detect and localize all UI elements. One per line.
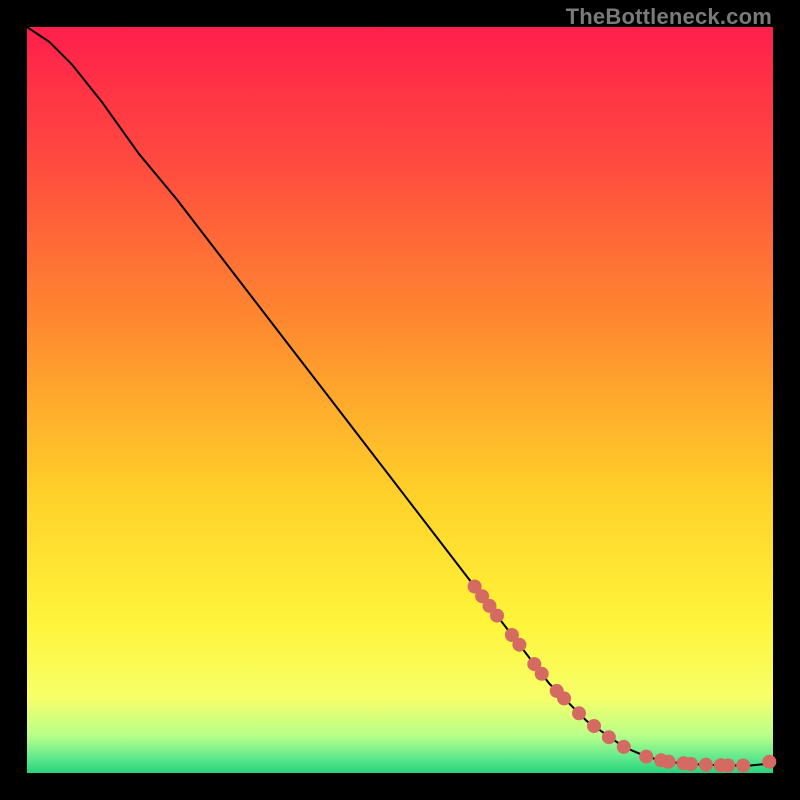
data-marker [535,667,549,681]
plot-area [27,27,773,773]
data-marker [736,759,750,773]
data-marker [617,740,631,754]
data-marker [662,755,676,769]
data-marker [587,719,601,733]
marker-group [468,580,777,773]
data-marker [602,730,616,744]
watermark-text: TheBottleneck.com [566,4,772,30]
data-marker [639,750,653,764]
chart-frame: TheBottleneck.com [0,0,800,800]
data-marker [699,758,713,772]
data-marker [684,757,698,771]
chart-svg [27,27,773,773]
data-marker [490,609,504,623]
data-marker [557,691,571,705]
bottleneck-curve [27,27,773,766]
data-marker [762,755,776,769]
data-marker [721,759,735,773]
data-marker [572,706,586,720]
data-marker [512,638,526,652]
